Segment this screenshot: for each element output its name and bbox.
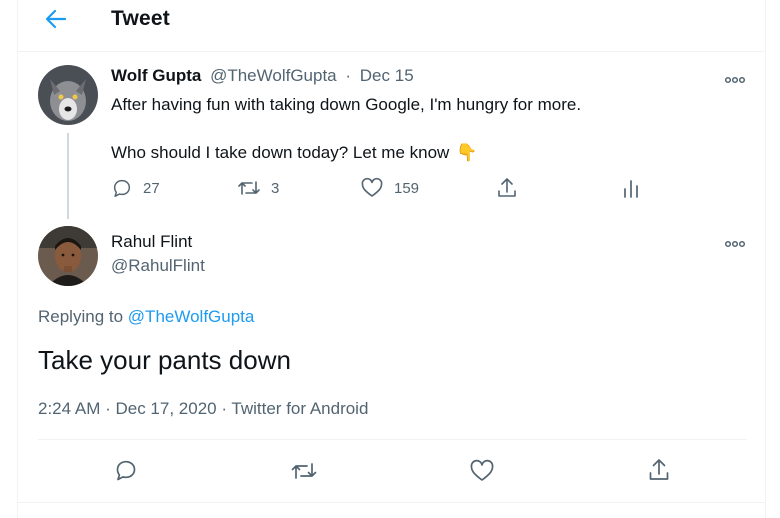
rahul-avatar[interactable] — [38, 226, 98, 286]
retweet-icon — [290, 459, 318, 483]
wolf-avatar[interactable] — [38, 65, 98, 125]
replying-to-line: Replying to @TheWolfGupta — [38, 307, 254, 327]
parent-tweet-text-line2: Who should I take down today? Let me kno… — [111, 143, 477, 163]
like-button[interactable] — [469, 459, 495, 483]
share-icon — [647, 457, 671, 483]
parent-tweet-text-line1: After having fun with taking down Google… — [111, 95, 582, 114]
heart-icon — [469, 459, 495, 483]
share-button[interactable] — [647, 457, 671, 483]
analytics-button[interactable] — [622, 177, 640, 199]
tweet-text: Who should I take down today? Let me kno… — [111, 143, 450, 162]
page-title: Tweet — [111, 7, 170, 30]
page-header: Tweet — [18, 0, 765, 52]
main-author-name[interactable]: Rahul Flint — [111, 232, 192, 252]
tweet-timestamp[interactable]: 2:24 AM · Dec 17, 2020 · Twitter for And… — [38, 399, 368, 419]
parent-tweet-header: Wolf Gupta @TheWolfGupta · Dec 15 — [111, 66, 414, 86]
main-author-handle[interactable]: @RahulFlint — [111, 256, 205, 276]
like-button[interactable]: 159 — [360, 177, 419, 199]
author-name[interactable]: Wolf Gupta — [111, 66, 201, 85]
main-tweet-text: Take your pants down — [38, 345, 291, 375]
reply-button[interactable]: 27 — [111, 177, 160, 199]
retweet-button[interactable]: 3 — [237, 177, 279, 199]
analytics-icon — [622, 177, 640, 199]
reply-count: 27 — [143, 179, 160, 197]
share-icon — [496, 176, 518, 200]
divider — [38, 439, 747, 440]
tweet-date[interactable]: Dec 15 — [360, 66, 414, 85]
share-button[interactable] — [496, 176, 518, 200]
thread-connector — [67, 133, 69, 219]
retweet-button[interactable] — [290, 459, 318, 483]
pointing-down-emoji: 👇 — [456, 143, 478, 162]
author-handle[interactable]: @TheWolfGupta — [210, 66, 337, 85]
tweet-detail-panel: Tweet Wolf Gupta @TheWolfGupta · Dec 15 … — [17, 0, 766, 518]
divider — [18, 502, 765, 503]
dot-separator: · — [345, 66, 352, 85]
reply-button[interactable] — [114, 458, 138, 482]
like-count: 159 — [394, 179, 420, 197]
more-options-icon[interactable] — [724, 236, 746, 248]
retweet-icon — [237, 177, 261, 199]
back-arrow-icon[interactable] — [44, 8, 70, 30]
more-options-icon[interactable] — [724, 72, 746, 84]
replying-prefix: Replying to — [38, 307, 124, 326]
heart-icon — [360, 177, 384, 199]
replying-handle-link[interactable]: @TheWolfGupta — [128, 307, 255, 326]
reply-icon — [114, 458, 138, 482]
reply-icon — [111, 177, 133, 199]
retweet-count: 3 — [271, 179, 280, 197]
